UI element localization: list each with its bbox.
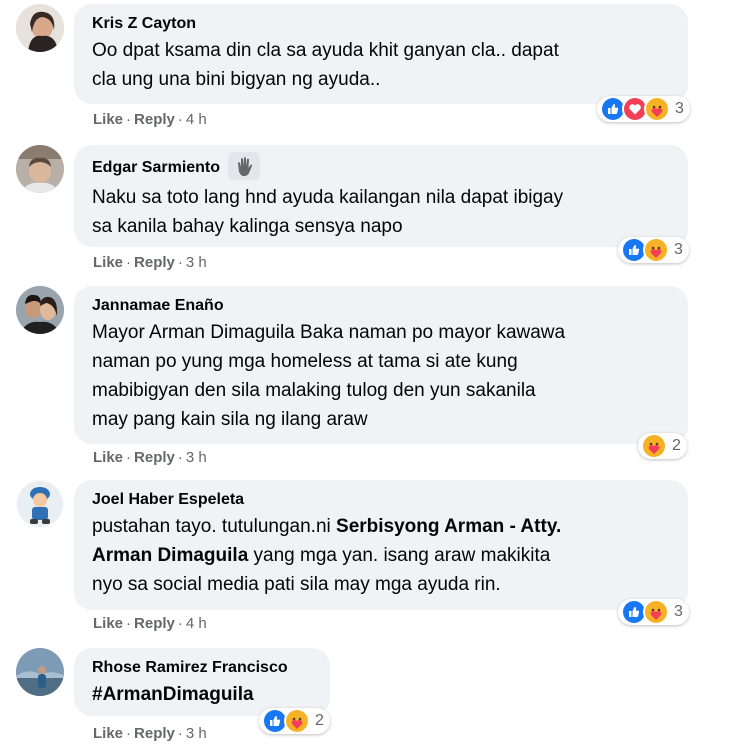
- comment-text: Oo dpat ksama din cla sa ayuda khit gany…: [92, 36, 670, 94]
- comment-bubble: Kris Z Cayton Oo dpat ksama din cla sa a…: [74, 4, 688, 104]
- like-link[interactable]: Like: [93, 111, 123, 128]
- reaction-summary[interactable]: 3: [618, 237, 689, 263]
- reaction-summary[interactable]: 3: [618, 599, 689, 625]
- comment-text: Naku sa toto lang hnd ayuda kailangan ni…: [92, 183, 670, 241]
- comment-text-line: may pang kain sila ng ilang araw: [92, 409, 368, 430]
- care-icon: [284, 708, 310, 734]
- comment-author[interactable]: Edgar Sarmiento: [92, 157, 220, 179]
- comment-text: #ArmanDimaguila: [92, 680, 312, 709]
- avatar[interactable]: [16, 4, 64, 52]
- comment-author-row: Edgar Sarmiento: [92, 152, 670, 182]
- reaction-summary[interactable]: 2: [638, 433, 687, 459]
- care-icon: [643, 237, 669, 263]
- reply-link[interactable]: Reply: [134, 615, 175, 632]
- comment-text-line: sa kanila bahay kalinga sensya napo: [92, 216, 403, 237]
- avatar[interactable]: [16, 480, 64, 528]
- comment-text-line: Oo dpat ksama din cla sa ayuda khit gany…: [92, 40, 559, 61]
- comment-bubble: Joel Haber Espeleta pustahan tayo. tutul…: [74, 480, 688, 610]
- separator: ·: [177, 615, 183, 632]
- comment-text: Mayor Arman Dimaguila Baka naman po mayo…: [92, 318, 670, 434]
- reaction-count: 3: [674, 241, 683, 258]
- like-link[interactable]: Like: [93, 725, 123, 742]
- reaction-count: 2: [315, 712, 324, 729]
- comment-author[interactable]: Rhose Ramirez Francisco: [92, 657, 288, 679]
- comment-author[interactable]: Joel Haber Espeleta: [92, 489, 244, 511]
- comment-text-line: naman po yung mga homeless at tama si at…: [92, 351, 518, 372]
- separator: ·: [126, 254, 132, 271]
- comment-text-line: Arman Dimaguila yang mga yan. isang araw…: [92, 541, 670, 570]
- avatar[interactable]: [16, 286, 64, 334]
- wave-icon: [228, 152, 261, 180]
- separator: ·: [126, 449, 132, 466]
- separator: ·: [126, 615, 132, 632]
- comment-text-line: pustahan tayo. tutulungan.ni Serbisyong …: [92, 512, 670, 541]
- care-icon: [641, 433, 667, 459]
- timestamp[interactable]: 4 h: [186, 615, 207, 632]
- separator: ·: [177, 449, 183, 466]
- reply-link[interactable]: Reply: [134, 111, 175, 128]
- comment-text-line: Naku sa toto lang hnd ayuda kailangan ni…: [92, 187, 564, 208]
- reaction-count: 2: [672, 437, 681, 454]
- page-mention[interactable]: Arman Dimaguila: [92, 545, 248, 566]
- comment-bubble: Jannamae Enaño Mayor Arman Dimaguila Bak…: [74, 286, 688, 444]
- comment-author[interactable]: Jannamae Enaño: [92, 295, 224, 317]
- comment-text-line: nyo sa social media pati sila may mga ay…: [92, 574, 501, 595]
- comment-bubble: Edgar Sarmiento Naku sa toto lang hnd ay…: [74, 145, 688, 247]
- avatar[interactable]: [16, 648, 64, 696]
- hashtag-link[interactable]: #ArmanDimaguila: [92, 680, 312, 709]
- comment-text-line: Mayor Arman Dimaguila Baka naman po mayo…: [92, 322, 566, 343]
- separator: ·: [126, 725, 132, 742]
- timestamp[interactable]: 3 h: [186, 725, 207, 742]
- comment-actions: Like · Reply · 3 h: [93, 253, 207, 273]
- comment-actions: Like · Reply · 3 h: [93, 448, 207, 468]
- reaction-summary[interactable]: 2: [259, 708, 330, 734]
- reaction-summary[interactable]: 3: [597, 96, 690, 122]
- separator: ·: [177, 254, 183, 271]
- separator: ·: [177, 725, 183, 742]
- reply-link[interactable]: Reply: [134, 254, 175, 271]
- reaction-count: 3: [674, 603, 683, 620]
- comment-text-line: mabibigyan den sila malaking tulog den y…: [92, 380, 536, 401]
- text-segment: yang mga yan. isang araw makikita: [248, 545, 551, 566]
- timestamp[interactable]: 3 h: [186, 449, 207, 466]
- care-icon: [644, 96, 670, 122]
- separator: ·: [177, 111, 183, 128]
- care-icon: [643, 599, 669, 625]
- reaction-count: 3: [675, 100, 684, 117]
- avatar[interactable]: [16, 145, 64, 193]
- comment-actions: Like · Reply · 4 h: [93, 110, 207, 130]
- like-link[interactable]: Like: [93, 449, 123, 466]
- comment-author[interactable]: Kris Z Cayton: [92, 13, 196, 35]
- like-link[interactable]: Like: [93, 254, 123, 271]
- comment-text-line: cla ung una bini bigyan ng ayuda..: [92, 69, 381, 90]
- page-mention[interactable]: Serbisyong Arman - Atty.: [336, 516, 561, 537]
- separator: ·: [126, 111, 132, 128]
- comment-text: pustahan tayo. tutulungan.ni Serbisyong …: [92, 512, 670, 599]
- timestamp[interactable]: 3 h: [186, 254, 207, 271]
- comment-actions: Like · Reply · 4 h: [93, 614, 207, 634]
- reply-link[interactable]: Reply: [134, 725, 175, 742]
- reply-link[interactable]: Reply: [134, 449, 175, 466]
- comment-actions: Like · Reply · 3 h: [93, 724, 207, 744]
- text-segment: pustahan tayo. tutulungan.ni: [92, 516, 337, 537]
- comment-bubble: Rhose Ramirez Francisco #ArmanDimaguila: [74, 648, 330, 716]
- like-link[interactable]: Like: [93, 615, 123, 632]
- timestamp[interactable]: 4 h: [186, 111, 207, 128]
